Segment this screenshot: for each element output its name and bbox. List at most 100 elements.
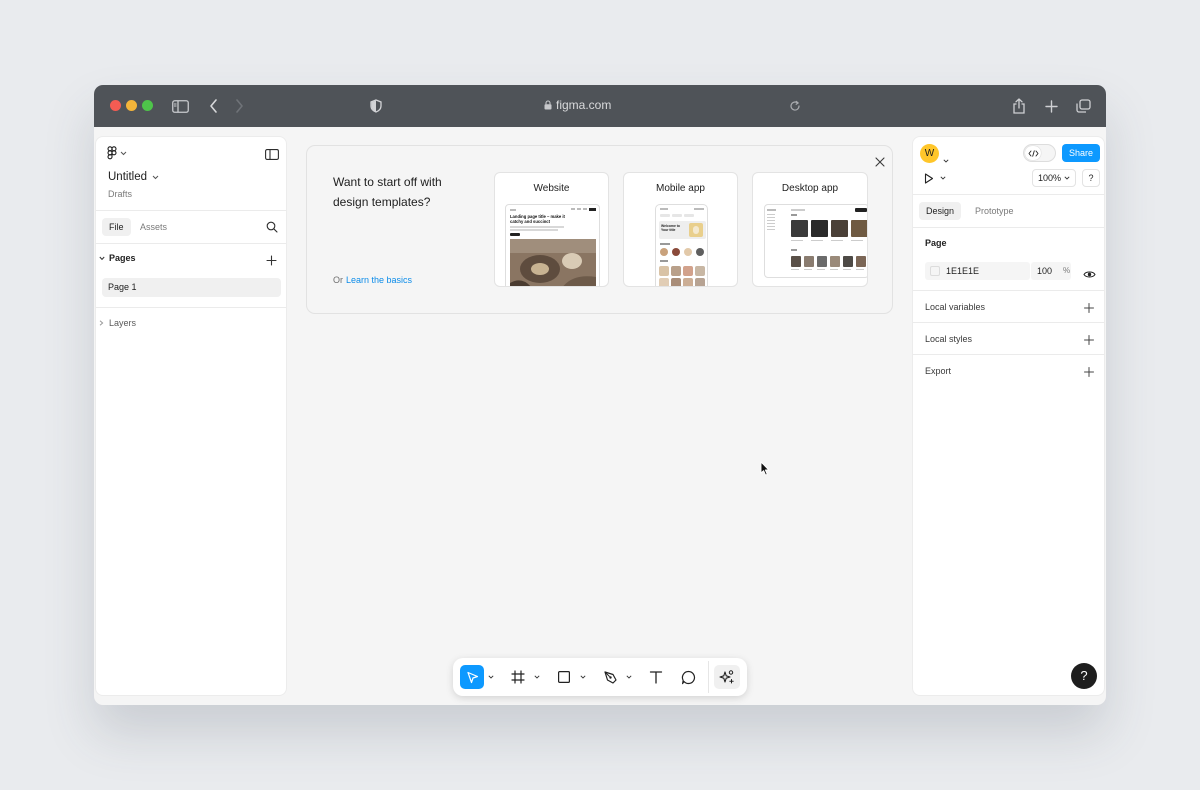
export-label: Export <box>925 366 952 376</box>
divider <box>96 307 286 308</box>
comment-icon <box>681 670 695 684</box>
maximize-window-button[interactable] <box>142 100 153 111</box>
pen-tool-button[interactable] <box>598 665 622 689</box>
website-thumb-title: Landing page title – make it catchy and … <box>510 214 565 224</box>
move-tool-button[interactable] <box>460 665 484 689</box>
pen-tool-menu-button[interactable] <box>624 665 634 689</box>
website-thumbnail: Landing page title – make it catchy and … <box>505 204 600 286</box>
toolbar-divider <box>708 661 709 693</box>
chevron-right-icon <box>99 320 104 326</box>
or-text: Or <box>333 275 343 285</box>
collapse-panel-icon[interactable] <box>265 147 279 165</box>
account-menu-button[interactable] <box>943 150 949 168</box>
local-variables-label: Local variables <box>925 302 986 312</box>
layers-label: Layers <box>109 318 137 328</box>
share-button[interactable]: Share <box>1062 144 1100 162</box>
play-icon <box>924 172 934 184</box>
new-tab-icon[interactable] <box>1041 96 1061 116</box>
mouse-cursor-icon <box>760 461 770 476</box>
sidebar-toggle-icon[interactable] <box>170 96 190 116</box>
chevron-down-icon <box>99 256 105 260</box>
minimize-window-button[interactable] <box>126 100 137 111</box>
pages-section-toggle[interactable]: Pages <box>99 253 136 263</box>
add-page-button[interactable] <box>266 253 277 271</box>
canvas[interactable]: Want to start off with design templates?… <box>287 127 912 705</box>
page-background-color-field[interactable]: 1E1E1E <box>925 262 1030 280</box>
left-sidebar: Untitled Drafts File Assets Pages Page 1… <box>95 136 287 696</box>
shape-tool-menu-button[interactable] <box>578 665 588 689</box>
frame-tool-button[interactable] <box>506 665 530 689</box>
chevron-down-icon <box>626 675 632 679</box>
search-icon[interactable] <box>266 220 278 238</box>
color-swatch[interactable] <box>930 266 940 276</box>
chevron-down-icon <box>1064 176 1070 180</box>
close-window-button[interactable] <box>110 100 121 111</box>
back-arrow-icon[interactable] <box>203 96 223 116</box>
chevron-down-icon <box>534 675 540 679</box>
add-local-style-button[interactable] <box>1083 334 1095 346</box>
address-bar[interactable]: figma.com <box>544 98 656 112</box>
plus-icon <box>266 255 277 266</box>
tab-prototype[interactable]: Prototype <box>975 202 1014 220</box>
dev-mode-toggle[interactable] <box>1023 144 1056 162</box>
background-opacity-value: 100 <box>1037 266 1053 276</box>
add-export-button[interactable] <box>1083 366 1095 378</box>
chevron-down-icon <box>940 176 946 180</box>
right-sidebar: W Share 100% ? Design Prototype Page 1E1… <box>912 136 1105 696</box>
desktop-thumbnail <box>764 204 867 278</box>
forward-arrow-icon[interactable] <box>229 96 249 116</box>
share-page-icon[interactable] <box>1009 96 1029 116</box>
mobile-app-template-card[interactable]: Mobile app Welcome to Your title <box>623 172 738 287</box>
page-background-opacity-field[interactable]: 100 % <box>1031 262 1071 280</box>
tab-assets[interactable]: Assets <box>140 218 167 236</box>
tab-file[interactable]: File <box>102 218 131 236</box>
website-hero-image <box>510 239 596 286</box>
website-template-card[interactable]: Website Landing page title – make it cat… <box>494 172 609 287</box>
desktop-app-template-card[interactable]: Desktop app <box>752 172 868 287</box>
learn-basics-link[interactable]: Learn the basics <box>346 275 412 285</box>
layers-section-toggle[interactable]: Layers <box>99 318 136 328</box>
tab-overview-icon[interactable] <box>1073 96 1093 116</box>
zoom-dropdown[interactable]: 100% <box>1032 169 1076 187</box>
background-hex-value: 1E1E1E <box>946 266 980 276</box>
close-icon <box>875 157 885 167</box>
cursor-arrow-icon <box>466 671 478 683</box>
chevron-down-icon <box>943 159 949 163</box>
help-menu-button[interactable]: ? <box>1082 169 1100 187</box>
chevron-down-icon <box>580 675 586 679</box>
bottom-toolbar <box>453 658 747 696</box>
lock-icon <box>544 100 552 110</box>
ai-actions-button[interactable] <box>714 665 740 689</box>
card-label: Website <box>533 183 570 194</box>
card-label: Mobile app <box>656 183 705 194</box>
move-tool-menu-button[interactable] <box>486 665 496 689</box>
add-local-variable-button[interactable] <box>1083 302 1095 314</box>
page-list-item[interactable]: Page 1 <box>102 278 281 297</box>
frame-tool-menu-button[interactable] <box>532 665 542 689</box>
file-title-button[interactable]: Untitled <box>108 171 159 183</box>
tab-design[interactable]: Design <box>919 202 962 220</box>
close-banner-button[interactable] <box>875 154 885 172</box>
divider <box>913 194 1104 195</box>
chevron-down-icon <box>152 175 159 179</box>
learn-basics-line: Or Learn the basics <box>333 275 412 285</box>
templates-heading: Want to start off with design templates? <box>333 175 442 209</box>
avatar[interactable]: W <box>920 144 939 163</box>
reload-icon[interactable] <box>785 96 805 116</box>
main-menu-button[interactable] <box>107 146 127 160</box>
local-styles-label: Local styles <box>925 334 973 344</box>
present-button[interactable] <box>919 169 951 187</box>
rectangle-icon <box>558 671 571 684</box>
rectangle-tool-button[interactable] <box>552 665 576 689</box>
privacy-shield-icon[interactable] <box>366 96 386 116</box>
browser-window: figma.com Untitled Drafts File Assets Pa… <box>94 85 1106 705</box>
code-icon <box>1025 146 1041 160</box>
text-tool-button[interactable] <box>644 665 668 689</box>
divider <box>96 243 286 244</box>
comment-tool-button[interactable] <box>676 665 700 689</box>
url-text: figma.com <box>556 98 612 112</box>
help-button[interactable]: ? <box>1071 663 1097 689</box>
visibility-eye-icon[interactable] <box>1083 266 1096 284</box>
mobile-thumbnail: Welcome to Your title <box>655 204 708 286</box>
divider <box>913 322 1104 323</box>
